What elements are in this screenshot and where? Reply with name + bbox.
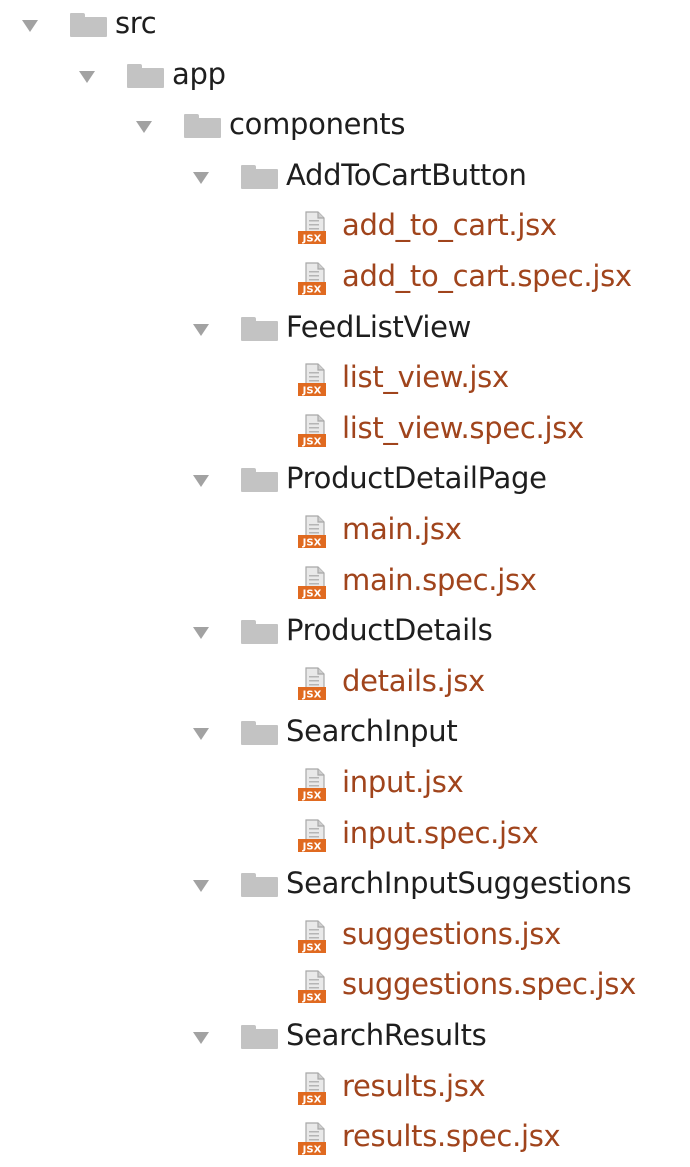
expand-arrow-icon[interactable] <box>193 728 209 740</box>
jsx-file-icon: JSX <box>298 414 334 448</box>
file-label: list_view.spec.jsx <box>342 411 584 445</box>
file-label: list_view.jsx <box>342 360 509 394</box>
folder-label: app <box>172 57 226 91</box>
file-label: suggestions.spec.jsx <box>342 967 636 1001</box>
jsx-file-icon: JSX <box>298 819 334 853</box>
expand-arrow-icon[interactable] <box>22 20 38 32</box>
tree-folder-addtocartbutton[interactable]: AddToCartButton <box>0 152 690 204</box>
jsx-file-icon: JSX <box>298 1072 334 1106</box>
tree-file-list-view-jsx[interactable]: JSX list_view.jsx <box>0 354 690 406</box>
jsx-file-icon: JSX <box>298 1122 334 1156</box>
tree-folder-feedlistview[interactable]: FeedListView <box>0 304 690 356</box>
jsx-file-icon: JSX <box>298 211 334 245</box>
folder-label: AddToCartButton <box>286 158 527 192</box>
jsx-file-icon: JSX <box>298 667 334 701</box>
svg-text:JSX: JSX <box>302 842 322 853</box>
folder-label: FeedListView <box>286 310 472 344</box>
svg-text:JSX: JSX <box>302 791 322 802</box>
folder-icon <box>70 13 107 37</box>
file-label: results.jsx <box>342 1069 486 1103</box>
jsx-file-icon: JSX <box>298 768 334 802</box>
tree-file-details-jsx[interactable]: JSX details.jsx <box>0 658 690 710</box>
folder-label: SearchResults <box>286 1018 487 1052</box>
folder-icon <box>241 620 278 644</box>
tree-file-add-to-cart-jsx[interactable]: JSX add_to_cart.jsx <box>0 202 690 254</box>
folder-label: SearchInputSuggestions <box>286 866 632 900</box>
expand-arrow-icon[interactable] <box>136 121 152 133</box>
tree-folder-searchinputsuggestions[interactable]: SearchInputSuggestions <box>0 860 690 912</box>
jsx-file-icon: JSX <box>298 363 334 397</box>
folder-icon <box>184 114 221 138</box>
file-label: results.spec.jsx <box>342 1119 561 1153</box>
folder-icon <box>241 468 278 492</box>
jsx-file-icon: JSX <box>298 262 334 296</box>
folder-label: src <box>115 6 157 40</box>
jsx-file-icon: JSX <box>298 515 334 549</box>
file-label: details.jsx <box>342 664 485 698</box>
folder-label: ProductDetails <box>286 613 493 647</box>
file-label: input.jsx <box>342 765 464 799</box>
svg-text:JSX: JSX <box>302 386 322 397</box>
tree-file-suggestions-spec-jsx[interactable]: JSX suggestions.spec.jsx <box>0 961 690 1013</box>
tree-file-add-to-cart-spec-jsx[interactable]: JSX add_to_cart.spec.jsx <box>0 253 690 305</box>
file-label: add_to_cart.spec.jsx <box>342 259 632 293</box>
svg-text:JSX: JSX <box>302 285 322 296</box>
jsx-file-icon: JSX <box>298 566 334 600</box>
tree-file-main-jsx[interactable]: JSX main.jsx <box>0 506 690 558</box>
folder-icon <box>241 1025 278 1049</box>
tree-file-suggestions-jsx[interactable]: JSX suggestions.jsx <box>0 911 690 963</box>
tree-file-results-spec-jsx[interactable]: JSX results.spec.jsx <box>0 1113 690 1165</box>
tree-folder-searchinput[interactable]: SearchInput <box>0 708 690 760</box>
svg-text:JSX: JSX <box>302 690 322 701</box>
svg-text:JSX: JSX <box>302 437 322 448</box>
file-label: suggestions.jsx <box>342 917 561 951</box>
folder-label: SearchInput <box>286 714 458 748</box>
svg-text:JSX: JSX <box>302 993 322 1004</box>
file-label: main.spec.jsx <box>342 563 537 597</box>
svg-text:JSX: JSX <box>302 1095 322 1106</box>
expand-arrow-icon[interactable] <box>193 475 209 487</box>
folder-icon <box>241 873 278 897</box>
expand-arrow-icon[interactable] <box>193 880 209 892</box>
expand-arrow-icon[interactable] <box>193 627 209 639</box>
expand-arrow-icon[interactable] <box>193 1032 209 1044</box>
folder-icon <box>241 165 278 189</box>
svg-text:JSX: JSX <box>302 943 322 954</box>
project-tree: src app components AddToCartButton JSX add_to… <box>0 0 690 1167</box>
tree-file-input-jsx[interactable]: JSX input.jsx <box>0 759 690 811</box>
file-label: main.jsx <box>342 512 462 546</box>
tree-file-list-view-spec-jsx[interactable]: JSX list_view.spec.jsx <box>0 405 690 457</box>
file-label: add_to_cart.jsx <box>342 208 557 242</box>
folder-icon <box>241 317 278 341</box>
expand-arrow-icon[interactable] <box>79 71 95 83</box>
jsx-file-icon: JSX <box>298 920 334 954</box>
expand-arrow-icon[interactable] <box>193 324 209 336</box>
folder-icon <box>241 721 278 745</box>
file-label: input.spec.jsx <box>342 816 539 850</box>
tree-file-results-jsx[interactable]: JSX results.jsx <box>0 1063 690 1115</box>
tree-folder-productdetailpage[interactable]: ProductDetailPage <box>0 455 690 507</box>
tree-file-input-spec-jsx[interactable]: JSX input.spec.jsx <box>0 810 690 862</box>
expand-arrow-icon[interactable] <box>193 172 209 184</box>
tree-folder-searchresults[interactable]: SearchResults <box>0 1012 690 1064</box>
folder-icon <box>127 64 164 88</box>
svg-text:JSX: JSX <box>302 538 322 549</box>
tree-file-main-spec-jsx[interactable]: JSX main.spec.jsx <box>0 557 690 609</box>
svg-text:JSX: JSX <box>302 234 322 245</box>
jsx-file-icon: JSX <box>298 970 334 1004</box>
svg-text:JSX: JSX <box>302 1145 322 1156</box>
tree-folder-app[interactable]: app <box>0 51 690 103</box>
tree-folder-components[interactable]: components <box>0 101 690 153</box>
folder-label: ProductDetailPage <box>286 461 547 495</box>
folder-label: components <box>229 107 406 141</box>
tree-folder-src[interactable]: src <box>0 0 690 52</box>
svg-text:JSX: JSX <box>302 589 322 600</box>
tree-folder-productdetails[interactable]: ProductDetails <box>0 607 690 659</box>
